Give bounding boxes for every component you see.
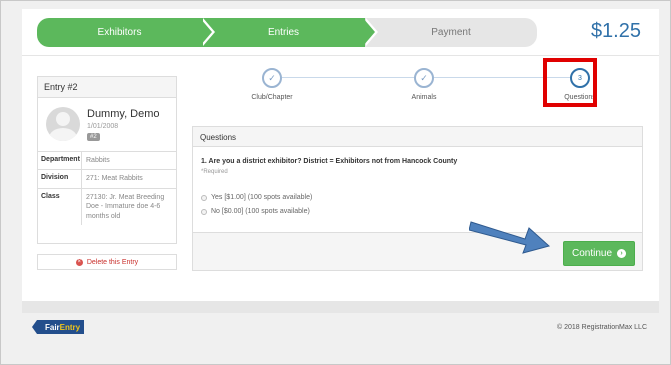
radio-button[interactable]: [201, 194, 207, 201]
avatar: [46, 107, 80, 141]
table-row: Division 271: Meat Rabbits: [38, 170, 176, 189]
required-note: *Required: [201, 169, 228, 175]
pointer-arrow-icon: [469, 221, 551, 254]
wizard-step-entries[interactable]: Entries: [202, 18, 365, 47]
avatar-body-icon: [49, 128, 77, 141]
entry-details-table: Department Rabbits Division 271: Meat Ra…: [38, 151, 176, 226]
field-value: Rabbits: [86, 157, 110, 164]
continue-button[interactable]: Continue ›: [563, 241, 635, 266]
question-text: 1. Are you a district exhibitor? Distric…: [201, 158, 458, 165]
exhibitor-dob: 1/01/2008: [87, 123, 119, 130]
copyright-text: © 2018 RegistrationMax LLC: [557, 324, 647, 331]
continue-label: Continue: [571, 248, 613, 259]
wizard-step-exhibitors[interactable]: Exhibitors: [37, 18, 202, 47]
entry-panel: Entry #2 Dummy, Demo 1/01/2008 #2 Depart…: [37, 76, 177, 244]
cart-total: $1.25: [590, 20, 641, 42]
stepper-label-club: Club/Chapter: [251, 94, 293, 101]
wizard-step-label: Entries: [267, 27, 300, 38]
header-divider: [22, 55, 659, 56]
arrow-right-icon: ›: [617, 249, 627, 258]
wizard-step-payment[interactable]: Payment: [365, 18, 537, 47]
logo-text-entry: Entry: [59, 322, 81, 332]
exhibitor-name: Dummy, Demo: [87, 108, 160, 120]
highlight-box: [543, 58, 597, 107]
questions-panel-title: Questions: [193, 127, 642, 147]
remove-icon: ×: [75, 258, 83, 266]
delete-entry-button[interactable]: × Delete this Entry: [37, 254, 177, 270]
option-no[interactable]: No [$0.00] (100 spots available): [201, 208, 310, 215]
field-label: Class: [38, 188, 82, 226]
field-value: 27130: Jr. Meat Breeding Doe - Immature …: [86, 193, 165, 220]
stepper-label-animals: Animals: [411, 94, 437, 101]
option-yes[interactable]: Yes [$1.00] (100 spots available): [201, 194, 312, 201]
table-row: Class 27130: Jr. Meat Breeding Doe - Imm…: [38, 188, 176, 226]
table-row: Department Rabbits: [38, 152, 176, 171]
delete-entry-label: Delete this Entry: [86, 258, 139, 266]
fairentry-logo[interactable]: Fair Entry: [31, 320, 85, 334]
field-label: Department: [38, 152, 82, 170]
step-chevron: [363, 18, 375, 46]
check-icon: ✓: [262, 68, 282, 88]
wizard-step-label: Exhibitors: [97, 27, 142, 38]
check-icon: ✓: [414, 68, 434, 88]
avatar-head-icon: [56, 112, 70, 126]
radio-button[interactable]: [201, 208, 207, 215]
entry-number-badge: #2: [87, 133, 100, 141]
field-label: Division: [38, 170, 82, 188]
step-chevron: [200, 18, 212, 46]
wizard-steps: Exhibitors Entries Payment: [37, 18, 537, 47]
stepper-line: [282, 77, 414, 78]
entry-title: Entry #2: [38, 77, 176, 98]
footer-bar: [22, 301, 659, 313]
option-label: No [$0.00] (100 spots available): [211, 208, 310, 215]
logo-text-fair: Fair: [45, 322, 60, 332]
field-value: 271: Meat Rabbits: [86, 175, 143, 183]
option-label: Yes [$1.00] (100 spots available): [211, 194, 313, 201]
wizard-step-label: Payment: [431, 27, 471, 38]
